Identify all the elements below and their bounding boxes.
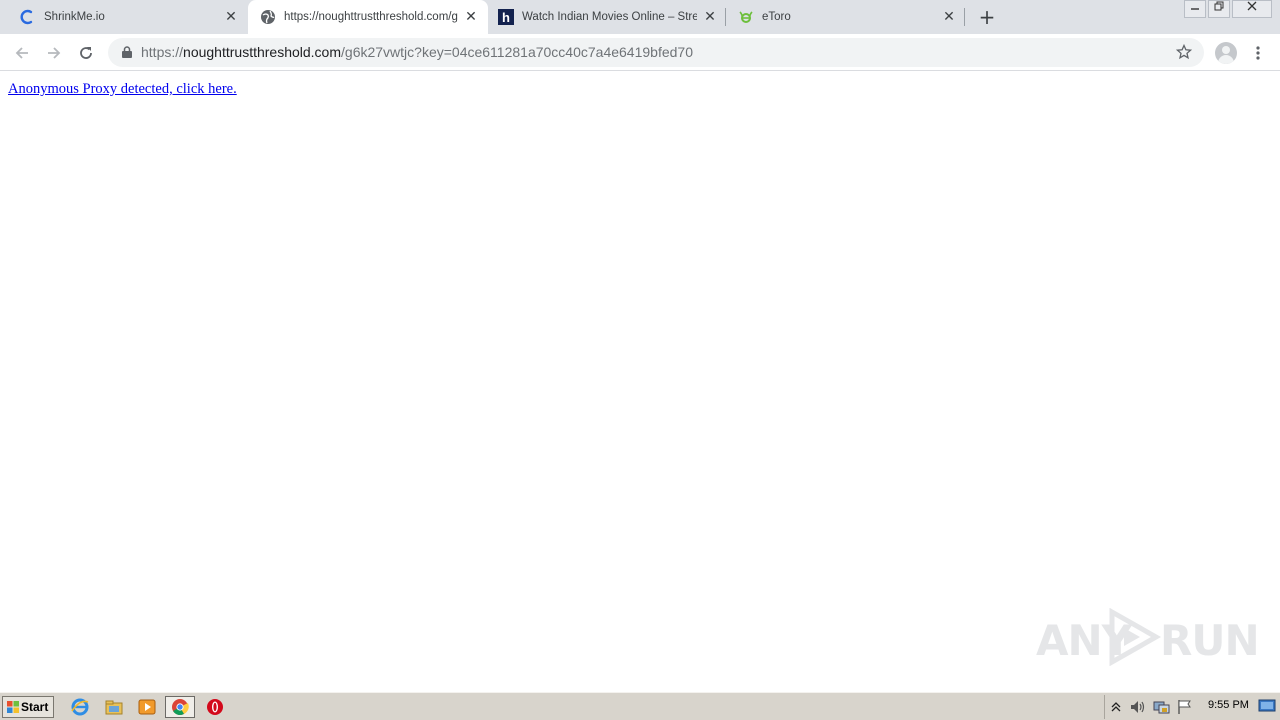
action-center-flag-icon[interactable]: [1177, 699, 1193, 715]
shrinkme-icon: [20, 9, 36, 25]
address-bar[interactable]: https://noughttrustthreshold.com/g6k27vw…: [108, 38, 1204, 67]
play-logo-icon: [1109, 608, 1162, 666]
lock-icon: [122, 46, 132, 58]
windows-logo-icon: [7, 701, 19, 713]
new-tab-button[interactable]: +: [976, 6, 998, 28]
minimize-button[interactable]: [1184, 0, 1206, 18]
tab-title: eToro: [762, 11, 791, 23]
system-tray: [1104, 695, 1280, 719]
chrome-taskbar-button[interactable]: [165, 696, 195, 718]
globe-icon: [260, 9, 276, 25]
tab-etoro[interactable]: eToro ✕: [726, 0, 966, 34]
avatar-head: [1222, 46, 1230, 54]
url-path: /g6k27vwtjc?key=04ce611281a70cc40c7a4e64…: [341, 44, 693, 60]
browser-toolbar: https://noughttrustthreshold.com/g6k27vw…: [0, 34, 1280, 71]
tab-close-button[interactable]: ✕: [462, 8, 480, 26]
taskbar: Start 9:55 PM: [0, 692, 1280, 720]
restore-button[interactable]: [1208, 0, 1230, 18]
reload-button[interactable]: [74, 41, 98, 65]
back-button[interactable]: [10, 41, 34, 65]
close-window-button[interactable]: [1232, 0, 1272, 18]
avatar-body: [1218, 55, 1234, 64]
forward-button[interactable]: [42, 41, 66, 65]
url-scheme: https://: [141, 44, 184, 60]
opera-icon[interactable]: [205, 697, 225, 717]
url-host: noughttrustthreshold.com: [183, 44, 342, 60]
bookmark-star-button[interactable]: [1174, 42, 1194, 62]
tab-title: https://noughttrustthreshold.com/g6k27vw…: [284, 11, 458, 23]
internet-explorer-icon[interactable]: [70, 697, 90, 717]
tab-strip: ShrinkMe.io ✕ https://noughttrustthresho…: [0, 0, 1280, 34]
arrow-left-icon: [15, 47, 28, 59]
anonymous-proxy-link[interactable]: Anonymous Proxy detected, click here.: [8, 81, 237, 98]
close-icon: [1247, 1, 1257, 11]
reload-icon: [80, 47, 92, 59]
url-text[interactable]: https://noughttrustthreshold.com/g6k27vw…: [141, 44, 693, 60]
file-explorer-icon[interactable]: [104, 697, 124, 717]
anyrun-watermark: ANY RUN: [1036, 604, 1260, 668]
start-button[interactable]: Start: [2, 696, 54, 718]
tab-close-button[interactable]: ✕: [701, 8, 719, 26]
watermark-text-right: RUN: [1160, 616, 1260, 665]
tab-close-button[interactable]: ✕: [222, 8, 240, 26]
minimize-icon: [1191, 8, 1199, 10]
star-icon: [1175, 43, 1193, 60]
tab-title: ShrinkMe.io: [44, 11, 105, 23]
svg-text:h: h: [502, 10, 510, 25]
show-desktop-icon[interactable]: [1258, 698, 1276, 714]
volume-icon[interactable]: [1129, 699, 1147, 715]
kebab-menu-icon: [1256, 46, 1260, 60]
media-player-icon[interactable]: [137, 697, 157, 717]
menu-button[interactable]: [1250, 42, 1266, 64]
etoro-icon: [738, 9, 754, 25]
tab-title: Watch Indian Movies Online – Stream: [522, 11, 697, 23]
start-label: Start: [21, 700, 49, 714]
system-clock[interactable]: 9:55 PM: [1208, 699, 1249, 711]
tab-noughttrustthreshold[interactable]: https://noughttrustthreshold.com/g6k27vw…: [248, 0, 488, 34]
tab-close-button[interactable]: ✕: [940, 8, 958, 26]
network-icon[interactable]: [1153, 699, 1171, 715]
show-hidden-icons-icon[interactable]: [1111, 701, 1121, 713]
hotstar-h-icon: h: [498, 9, 514, 25]
tab-separator: [964, 8, 965, 26]
profile-avatar-button[interactable]: [1215, 42, 1237, 64]
arrow-right-icon: [48, 47, 61, 59]
page-content: Anonymous Proxy detected, click here.: [0, 72, 1280, 692]
tab-watch-indian-movies[interactable]: h Watch Indian Movies Online – Stream ✕: [486, 0, 726, 34]
chrome-icon: [172, 699, 189, 715]
restore-icon: [1214, 1, 1224, 11]
tab-shrinkme[interactable]: ShrinkMe.io ✕: [8, 0, 248, 34]
